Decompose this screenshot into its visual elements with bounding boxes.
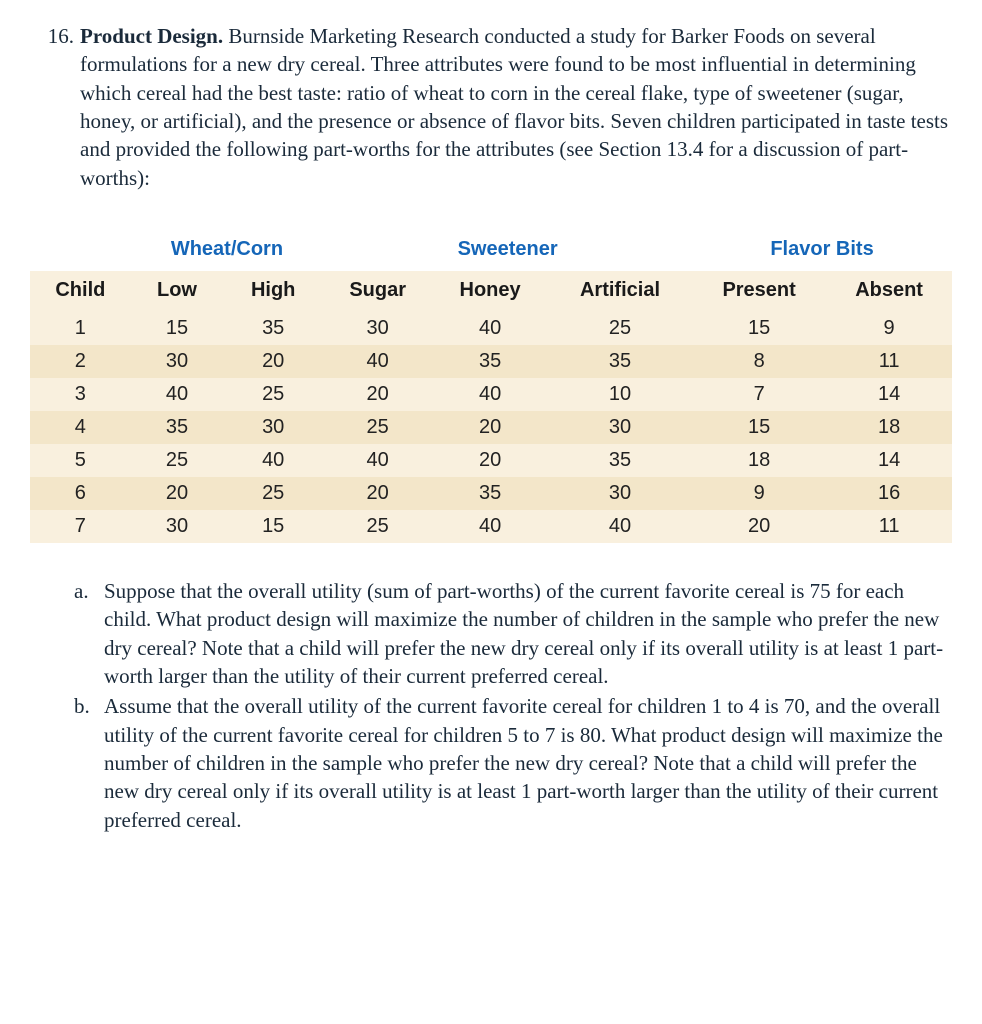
cell: 25: [323, 411, 432, 444]
cell: 30: [131, 510, 224, 543]
cell: 25: [548, 312, 692, 345]
cell: 15: [692, 312, 826, 345]
col-artificial: Artificial: [548, 271, 692, 312]
cell: 30: [548, 477, 692, 510]
cell-child: 3: [30, 378, 131, 411]
cell: 7: [692, 378, 826, 411]
table-row: 5 25 40 40 20 35 18 14: [30, 444, 952, 477]
problem-intro: Burnside Marketing Research conducted a …: [80, 24, 948, 190]
problem-number: 16.: [30, 22, 80, 192]
cell: 9: [692, 477, 826, 510]
cell: 35: [432, 477, 548, 510]
subpart-b-letter: b.: [74, 692, 104, 834]
cell: 20: [323, 477, 432, 510]
col-absent: Absent: [826, 271, 952, 312]
data-table-wrap: Wheat/Corn Sweetener Flavor Bits Child L…: [30, 226, 952, 543]
table-row: 3 40 25 20 40 10 7 14: [30, 378, 952, 411]
cell: 40: [548, 510, 692, 543]
col-low: Low: [131, 271, 224, 312]
problem-title: Product Design.: [80, 24, 223, 48]
cell: 9: [826, 312, 952, 345]
cell-child: 6: [30, 477, 131, 510]
cell: 20: [223, 345, 323, 378]
cell: 35: [131, 411, 224, 444]
group-sweetener: Sweetener: [323, 226, 692, 271]
cell: 40: [131, 378, 224, 411]
cell: 8: [692, 345, 826, 378]
cell: 11: [826, 510, 952, 543]
cell: 40: [432, 378, 548, 411]
cell: 40: [432, 510, 548, 543]
cell: 14: [826, 378, 952, 411]
cell: 35: [548, 444, 692, 477]
cell-child: 1: [30, 312, 131, 345]
cell: 20: [432, 411, 548, 444]
subpart-b: b. Assume that the overall utility of th…: [74, 692, 952, 834]
cell: 20: [131, 477, 224, 510]
table-row: 6 20 25 20 35 30 9 16: [30, 477, 952, 510]
group-wheat-corn: Wheat/Corn: [131, 226, 323, 271]
subparts: a. Suppose that the overall utility (sum…: [30, 577, 952, 834]
subpart-a: a. Suppose that the overall utility (sum…: [74, 577, 952, 690]
cell: 40: [323, 444, 432, 477]
col-honey: Honey: [432, 271, 548, 312]
table-row: 7 30 15 25 40 40 20 11: [30, 510, 952, 543]
col-present: Present: [692, 271, 826, 312]
cell-child: 5: [30, 444, 131, 477]
group-flavor-bits: Flavor Bits: [692, 226, 952, 271]
subpart-a-text: Suppose that the overall utility (sum of…: [104, 577, 952, 690]
cell: 20: [432, 444, 548, 477]
cell: 18: [826, 411, 952, 444]
cell: 40: [432, 312, 548, 345]
cell: 20: [323, 378, 432, 411]
group-header-row: Wheat/Corn Sweetener Flavor Bits: [30, 226, 952, 271]
cell: 15: [131, 312, 224, 345]
cell-child: 2: [30, 345, 131, 378]
sub-header-row: Child Low High Sugar Honey Artificial Pr…: [30, 271, 952, 312]
cell: 40: [323, 345, 432, 378]
cell: 18: [692, 444, 826, 477]
cell-child: 4: [30, 411, 131, 444]
cell: 16: [826, 477, 952, 510]
subpart-a-letter: a.: [74, 577, 104, 690]
cell: 25: [223, 378, 323, 411]
problem-block: 16. Product Design. Burnside Marketing R…: [30, 22, 952, 192]
subpart-b-text: Assume that the overall utility of the c…: [104, 692, 952, 834]
cell: 30: [223, 411, 323, 444]
problem-body: Product Design. Burnside Marketing Resea…: [80, 22, 952, 192]
cell: 11: [826, 345, 952, 378]
cell: 15: [223, 510, 323, 543]
cell: 35: [548, 345, 692, 378]
cell: 30: [548, 411, 692, 444]
cell: 35: [432, 345, 548, 378]
table-row: 4 35 30 25 20 30 15 18: [30, 411, 952, 444]
cell: 10: [548, 378, 692, 411]
col-sugar: Sugar: [323, 271, 432, 312]
cell-child: 7: [30, 510, 131, 543]
cell: 25: [323, 510, 432, 543]
child-header: Child: [30, 271, 131, 312]
part-worths-table: Wheat/Corn Sweetener Flavor Bits Child L…: [30, 226, 952, 543]
cell: 20: [692, 510, 826, 543]
cell: 25: [131, 444, 224, 477]
cell: 14: [826, 444, 952, 477]
cell: 25: [223, 477, 323, 510]
cell: 30: [323, 312, 432, 345]
cell: 15: [692, 411, 826, 444]
cell: 30: [131, 345, 224, 378]
table-row: 1 15 35 30 40 25 15 9: [30, 312, 952, 345]
cell: 40: [223, 444, 323, 477]
col-high: High: [223, 271, 323, 312]
cell: 35: [223, 312, 323, 345]
table-row: 2 30 20 40 35 35 8 11: [30, 345, 952, 378]
